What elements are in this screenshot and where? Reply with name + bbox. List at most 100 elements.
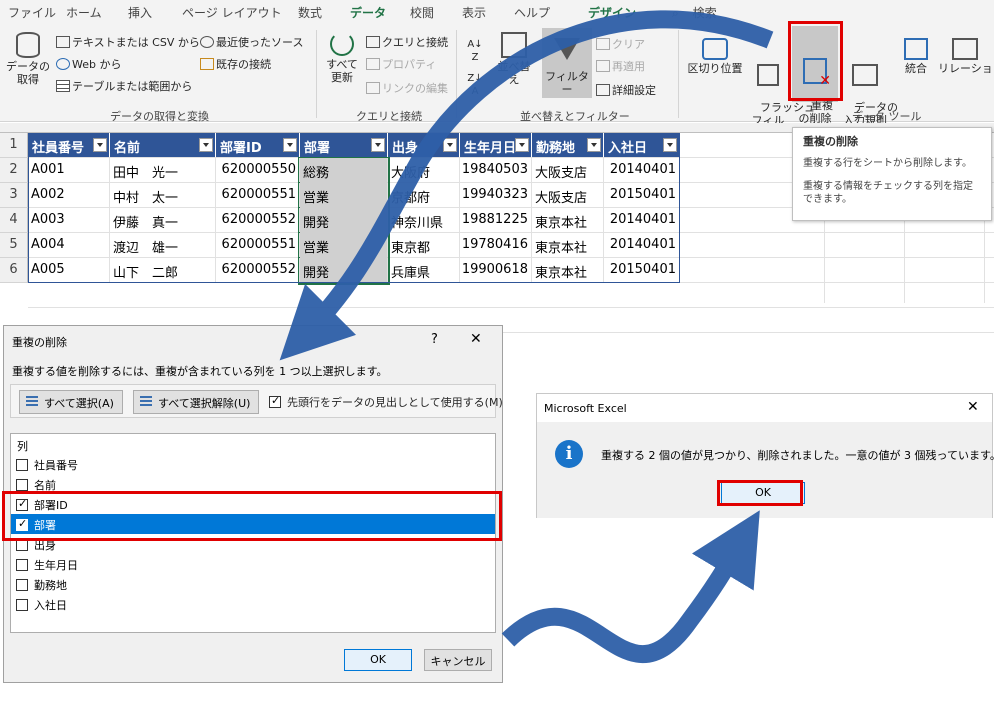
refresh-all-button[interactable]: すべて 更新	[322, 32, 362, 84]
tab-formulas[interactable]: 数式	[298, 4, 322, 21]
consolidate-button[interactable]: 統合	[896, 38, 936, 75]
column-list-item[interactable]: 入社日	[11, 594, 495, 614]
table-cell[interactable]: A004	[28, 233, 110, 257]
sort-descending-button[interactable]: Z↓ A	[464, 72, 486, 98]
help-button[interactable]: ?	[431, 332, 438, 347]
tab-help[interactable]: ヘルプ	[514, 4, 550, 21]
table-cell[interactable]: 20140401	[604, 158, 680, 182]
sort-button[interactable]: 並べ替え	[494, 32, 534, 86]
table-cell[interactable]: 山下 二郎	[110, 258, 216, 282]
sort-ascending-button[interactable]: A↓ Z	[464, 38, 486, 64]
table-cell[interactable]: 伊藤 真一	[110, 208, 216, 232]
row-header[interactable]: 4	[0, 208, 28, 233]
table-cell[interactable]: A003	[28, 208, 110, 232]
table-cell[interactable]: A001	[28, 158, 110, 182]
table-cell[interactable]: 田中 光一	[110, 158, 216, 182]
filter-dropdown-icon[interactable]	[515, 138, 529, 152]
table-cell[interactable]: 620000551	[216, 233, 300, 257]
header-option-checkbox[interactable]	[269, 394, 281, 408]
advanced-filter-button[interactable]: 詳細設定	[596, 82, 656, 98]
ok-button[interactable]: OK	[344, 649, 412, 671]
from-text-csv-button[interactable]: テキストまたは CSV から	[56, 34, 200, 50]
table-header-cell[interactable]: 勤務地	[532, 133, 604, 157]
properties-button[interactable]: プロパティ	[366, 56, 436, 72]
tab-view[interactable]: 表示	[462, 4, 486, 21]
search-box[interactable]: ⌕ 検索	[672, 4, 717, 21]
tab-review[interactable]: 校閲	[410, 4, 434, 21]
table-cell[interactable]: 19940323	[460, 183, 532, 207]
row-header[interactable]: 5	[0, 233, 28, 258]
table-cell[interactable]: 19900618	[460, 258, 532, 282]
existing-connections-button[interactable]: 既存の接続	[200, 56, 271, 72]
table-header-cell[interactable]: 部署	[300, 133, 388, 157]
table-cell[interactable]: 20140401	[604, 233, 680, 257]
table-cell[interactable]: 総務	[300, 158, 388, 182]
column-list-item[interactable]: 社員番号	[11, 454, 495, 474]
table-cell[interactable]: 620000550	[216, 158, 300, 182]
filter-dropdown-icon[interactable]	[443, 138, 457, 152]
column-list-item[interactable]: 勤務地	[11, 574, 495, 594]
table-header-cell[interactable]: 社員番号	[28, 133, 110, 157]
from-table-button[interactable]: テーブルまたは範囲から	[56, 78, 192, 94]
table-cell[interactable]: 開発	[300, 208, 388, 232]
table-header-cell[interactable]: 出身	[388, 133, 460, 157]
table-cell[interactable]: 19881225	[460, 208, 532, 232]
table-cell[interactable]: 19840503	[460, 158, 532, 182]
table-cell[interactable]: A002	[28, 183, 110, 207]
table-cell[interactable]: 大阪支店	[532, 183, 604, 207]
reapply-button[interactable]: 再適用	[596, 58, 645, 74]
table-cell[interactable]: 兵庫県	[388, 258, 460, 282]
tab-data[interactable]: データ	[350, 4, 387, 26]
table-cell[interactable]: A005	[28, 258, 110, 282]
filter-dropdown-icon[interactable]	[587, 138, 601, 152]
table-cell[interactable]: 京都府	[388, 183, 460, 207]
column-checkbox[interactable]	[16, 459, 28, 471]
table-header-cell[interactable]: 生年月日	[460, 133, 532, 157]
table-cell[interactable]: 20140401	[604, 208, 680, 232]
tab-home[interactable]: ホーム	[66, 4, 102, 21]
table-cell[interactable]: 東京本社	[532, 233, 604, 257]
from-web-button[interactable]: Web から	[56, 56, 121, 72]
filter-dropdown-icon[interactable]	[93, 138, 107, 152]
table-header-cell[interactable]: 名前	[110, 133, 216, 157]
column-checkbox[interactable]	[16, 559, 28, 571]
table-cell[interactable]: 19780416	[460, 233, 532, 257]
table-cell[interactable]: 渡辺 雄一	[110, 233, 216, 257]
filter-dropdown-icon[interactable]	[371, 138, 385, 152]
recent-sources-button[interactable]: 最近使ったソース	[200, 34, 303, 50]
close-icon[interactable]: ✕	[967, 399, 979, 415]
table-cell[interactable]: 620000551	[216, 183, 300, 207]
tab-design[interactable]: デザイン	[588, 4, 636, 21]
get-data-button[interactable]: データの 取得	[6, 32, 50, 86]
table-cell[interactable]: 大阪支店	[532, 158, 604, 182]
column-checkbox[interactable]	[16, 599, 28, 611]
row-header[interactable]: 2	[0, 158, 28, 183]
table-cell[interactable]: 中村 太一	[110, 183, 216, 207]
relationships-button[interactable]: リレーションシップ	[938, 38, 994, 75]
filter-dropdown-icon[interactable]	[199, 138, 213, 152]
table-cell[interactable]: 営業	[300, 233, 388, 257]
table-cell[interactable]: 開発	[300, 258, 388, 282]
table-cell[interactable]: 東京本社	[532, 208, 604, 232]
row-header[interactable]: 3	[0, 183, 28, 208]
table-cell[interactable]: 神奈川県	[388, 208, 460, 232]
table-cell[interactable]: 東京都	[388, 233, 460, 257]
table-cell[interactable]: 東京本社	[532, 258, 604, 282]
row-header[interactable]: 1	[0, 133, 28, 158]
tab-page-layout[interactable]: ページ レイアウト	[182, 4, 282, 21]
column-checkbox[interactable]	[16, 579, 28, 591]
table-cell[interactable]: 営業	[300, 183, 388, 207]
table-header-cell[interactable]: 部署ID	[216, 133, 300, 157]
select-all-button[interactable]: すべて選択(A)	[19, 390, 123, 414]
column-checkbox[interactable]	[16, 479, 28, 491]
table-header-cell[interactable]: 入社日	[604, 133, 680, 157]
text-to-columns-button[interactable]: 区切り位置	[684, 38, 746, 75]
filter-dropdown-icon[interactable]	[663, 138, 677, 152]
table-cell[interactable]: 620000552	[216, 258, 300, 282]
table-cell[interactable]: 20150401	[604, 183, 680, 207]
filter-button[interactable]: フィルター	[542, 28, 592, 98]
queries-connections-button[interactable]: クエリと接続	[366, 34, 448, 50]
column-list-item[interactable]: 生年月日	[11, 554, 495, 574]
close-icon[interactable]: ✕	[470, 331, 482, 347]
row-header[interactable]: 6	[0, 258, 28, 283]
